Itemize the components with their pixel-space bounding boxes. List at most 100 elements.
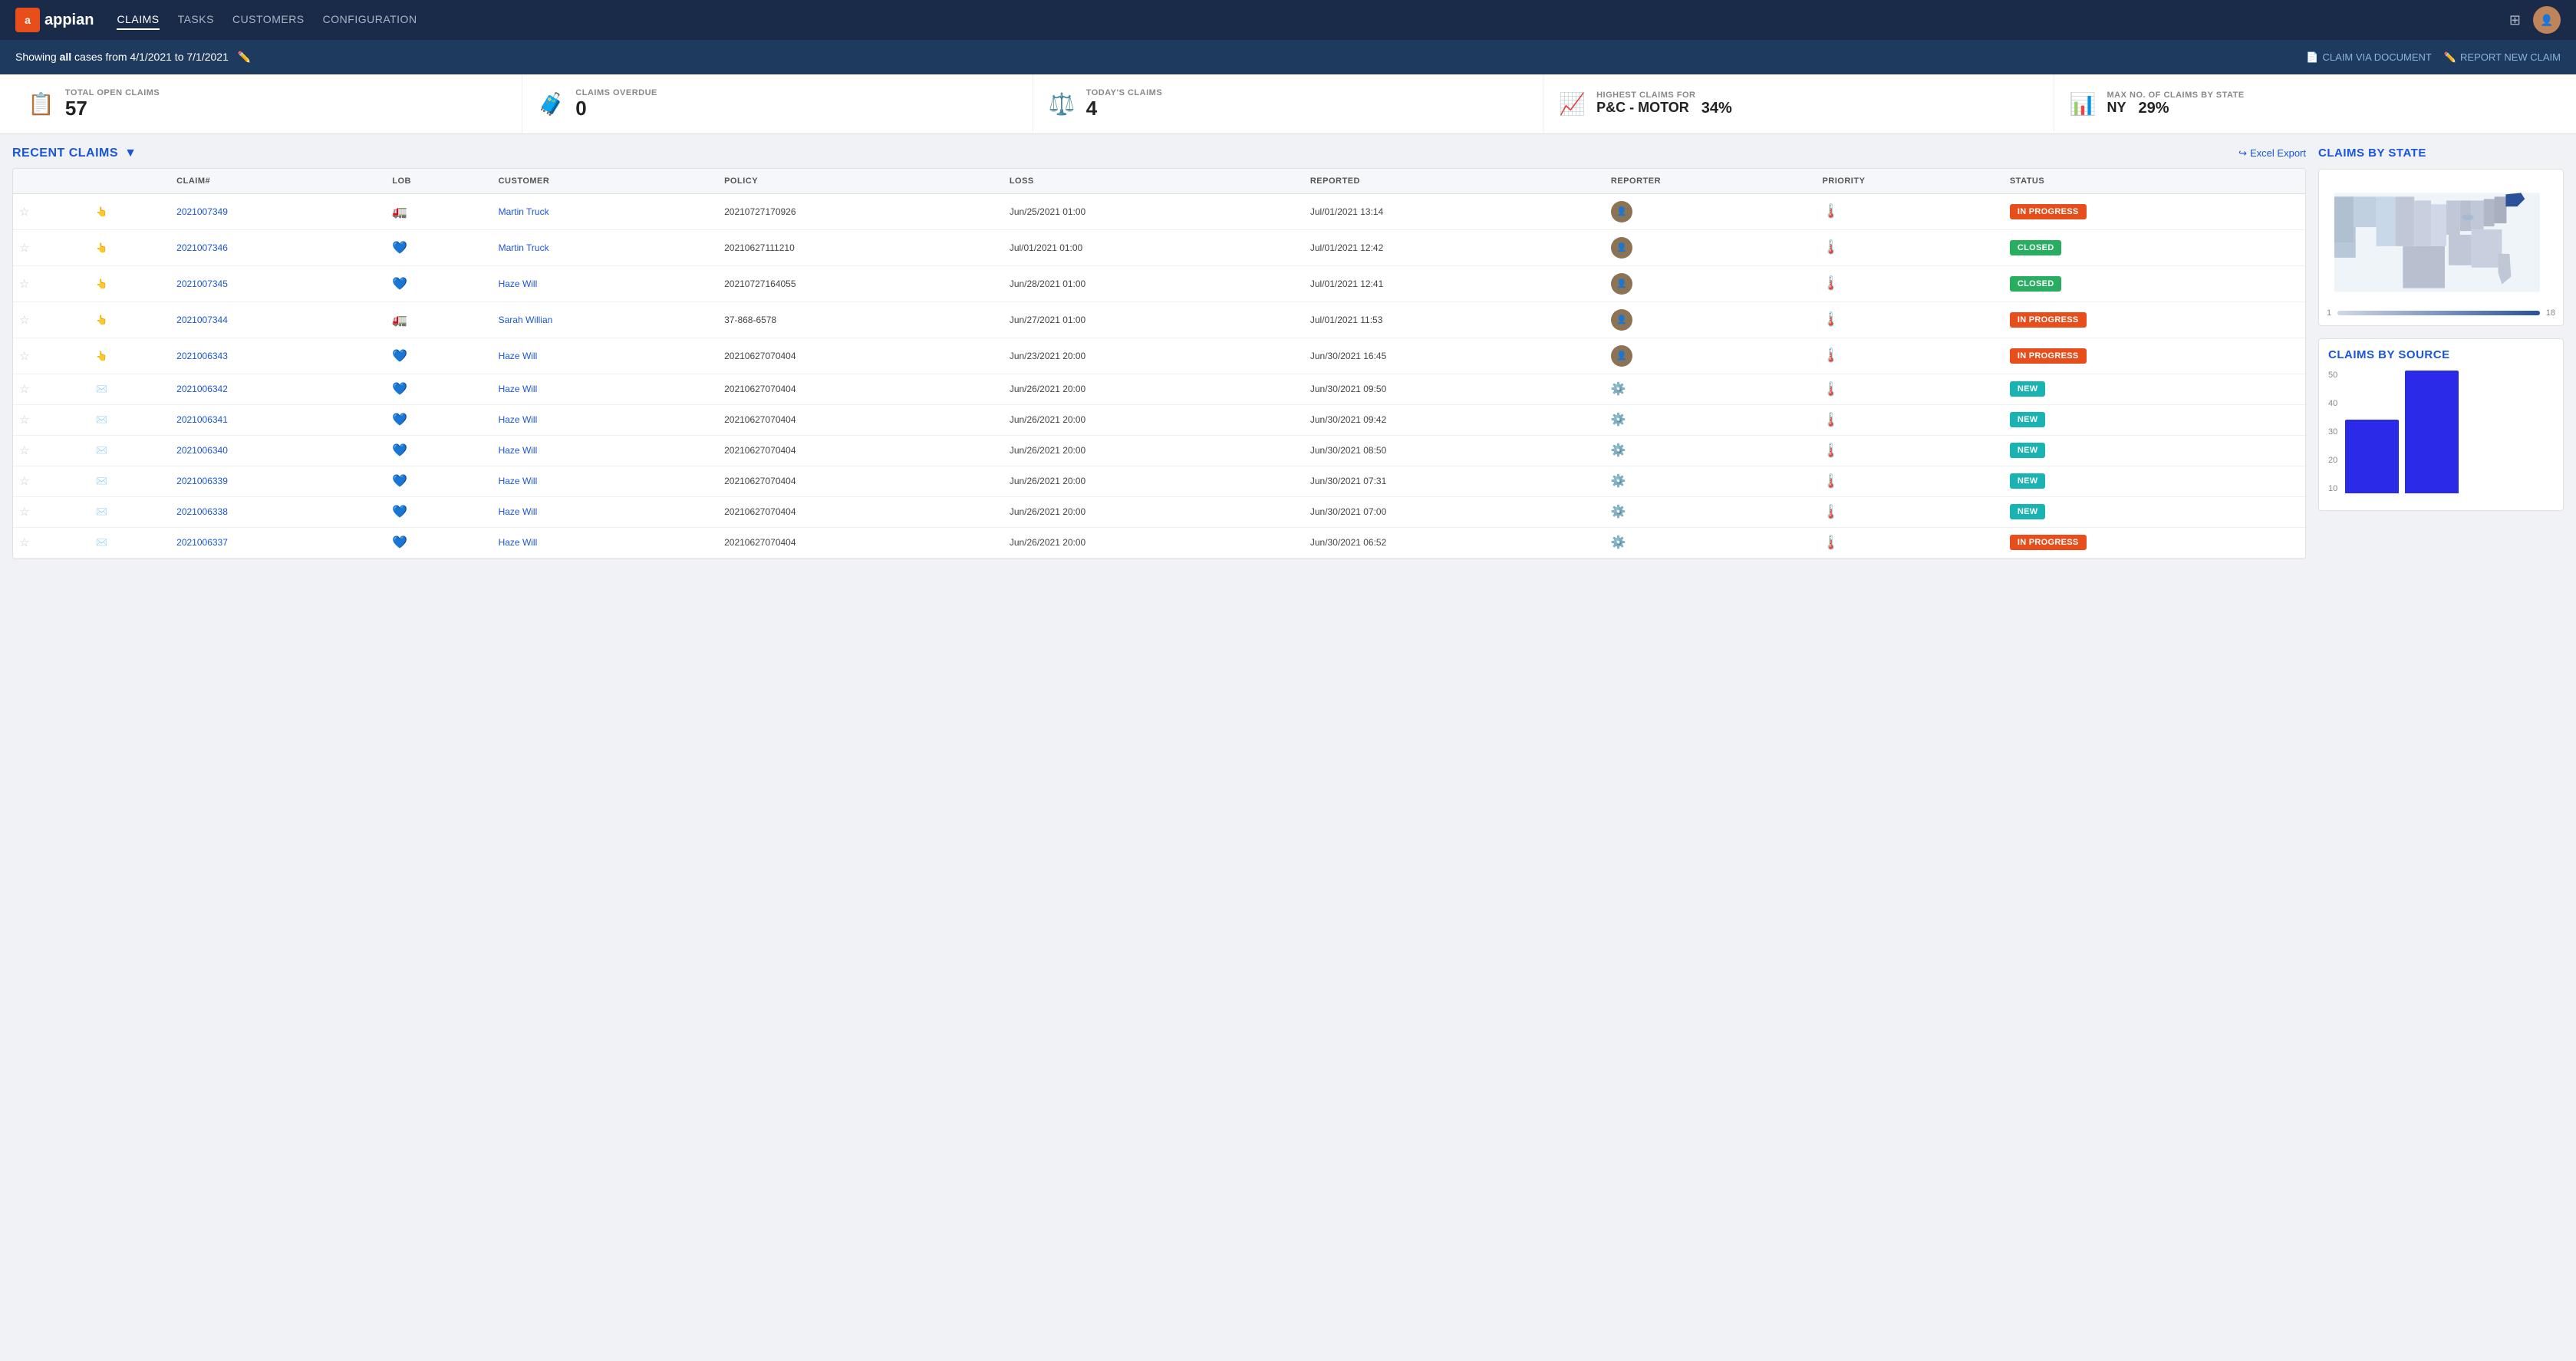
cursor-icon[interactable]: 👆 <box>96 351 107 361</box>
reporter-avatar: 👤 <box>1611 273 1632 295</box>
max-claims-percent: 29% <box>2139 100 2169 117</box>
claim-number-link[interactable]: 2021007344 <box>176 315 228 325</box>
policy-cell: 20210727170926 <box>718 193 1003 229</box>
claim-via-document-button[interactable]: 📄 CLAIM VIA DOCUMENT <box>2306 51 2431 64</box>
col-star <box>13 169 90 194</box>
col-status: STATUS <box>2004 169 2305 194</box>
claim-number-link[interactable]: 2021006343 <box>176 351 228 361</box>
reporter-cell: ⚙️ <box>1605 435 1817 466</box>
email-icon[interactable]: ✉️ <box>96 537 107 548</box>
max-claims-value: NY <box>2107 101 2126 116</box>
claim-number-link[interactable]: 2021007346 <box>176 242 228 253</box>
cursor-icon[interactable]: 👆 <box>96 206 107 217</box>
filter-funnel-icon[interactable]: ▼ <box>124 147 137 160</box>
highest-claims-value: P&C - MOTOR <box>1596 101 1689 116</box>
email-icon[interactable]: ✉️ <box>96 384 107 394</box>
customer-link[interactable]: Haze Will <box>499 414 538 425</box>
status-badge: NEW <box>2010 473 2046 489</box>
star-toggle[interactable]: ☆ <box>19 475 29 488</box>
loss-cell: Jun/23/2021 20:00 <box>1003 338 1304 374</box>
customer-link[interactable]: Haze Will <box>499 384 538 394</box>
email-icon[interactable]: ✉️ <box>96 506 107 517</box>
customer-link[interactable]: Sarah Willian <box>499 315 553 325</box>
policy-cell: 20210627070404 <box>718 374 1003 404</box>
col-cursor <box>90 169 170 194</box>
reported-cell: Jun/30/2021 06:52 <box>1304 527 1605 558</box>
total-claims-icon: 📋 <box>28 91 54 117</box>
star-toggle[interactable]: ☆ <box>19 444 29 457</box>
email-icon[interactable]: ✉️ <box>96 414 107 425</box>
claim-number-link[interactable]: 2021006340 <box>176 445 228 456</box>
star-toggle[interactable]: ☆ <box>19 383 29 396</box>
claim-number-link[interactable]: 2021006338 <box>176 506 228 517</box>
priority-low-icon: 🌡️ <box>1822 443 1839 458</box>
table-row: ☆ 👆 2021007344 🚛 Sarah Willian 37-868-65… <box>13 302 2305 338</box>
filter-text: Showing all cases from 4/1/2021 to 7/1/2… <box>15 51 251 64</box>
y-label-40: 40 <box>2328 399 2337 408</box>
star-toggle[interactable]: ☆ <box>19 350 29 363</box>
claim-number-link[interactable]: 2021006341 <box>176 414 228 425</box>
claim-number-link[interactable]: 2021006339 <box>176 476 228 486</box>
loss-cell: Jun/26/2021 20:00 <box>1003 527 1304 558</box>
status-badge: NEW <box>2010 412 2046 427</box>
col-priority: PRIORITY <box>1816 169 2003 194</box>
lob-health-icon: 💙 <box>392 278 407 291</box>
customer-link[interactable]: Haze Will <box>499 351 538 361</box>
star-toggle[interactable]: ☆ <box>19 278 29 291</box>
star-toggle[interactable]: ☆ <box>19 206 29 219</box>
highest-claims-label: HIGHEST CLAIMS FOR <box>1596 91 1732 100</box>
customer-link[interactable]: Haze Will <box>499 278 538 289</box>
nav-items: CLAIMS TASKS CUSTOMERS CONFIGURATION <box>117 10 2508 30</box>
claim-number-link[interactable]: 2021006342 <box>176 384 228 394</box>
user-avatar[interactable]: 👤 <box>2533 6 2561 34</box>
lob-health-icon: 💙 <box>392 444 407 457</box>
star-toggle[interactable]: ☆ <box>19 414 29 427</box>
star-toggle[interactable]: ☆ <box>19 314 29 327</box>
col-customer: CUSTOMER <box>492 169 719 194</box>
filter-edit-icon[interactable]: ✏️ <box>238 51 251 63</box>
claim-number-link[interactable]: 2021007345 <box>176 278 228 289</box>
highest-claims-icon: 📈 <box>1559 91 1586 117</box>
cursor-icon[interactable]: 👆 <box>96 315 107 325</box>
customer-link[interactable]: Haze Will <box>499 445 538 456</box>
customer-link[interactable]: Martin Truck <box>499 242 549 253</box>
email-icon[interactable]: ✉️ <box>96 445 107 456</box>
excel-export-button[interactable]: ↪ Excel Export <box>2238 147 2306 160</box>
cursor-icon[interactable]: 👆 <box>96 278 107 289</box>
priority-cell: 🌡️ <box>1816 527 2003 558</box>
nav-item-claims[interactable]: CLAIMS <box>117 10 159 30</box>
edit-icon: ✏️ <box>2444 51 2456 64</box>
loss-cell: Jun/26/2021 20:00 <box>1003 374 1304 404</box>
customer-link[interactable]: Haze Will <box>499 537 538 548</box>
report-new-claim-button[interactable]: ✏️ REPORT NEW CLAIM <box>2444 51 2561 64</box>
cursor-icon[interactable]: 👆 <box>96 242 107 253</box>
nav-item-configuration[interactable]: CONFIGURATION <box>323 10 417 30</box>
claim-number-link[interactable]: 2021006337 <box>176 537 228 548</box>
customer-link[interactable]: Haze Will <box>499 506 538 517</box>
recent-claims-title: RECENT CLAIMS ▼ <box>12 147 137 160</box>
legend-max: 18 <box>2546 308 2555 318</box>
section-header: RECENT CLAIMS ▼ ↪ Excel Export <box>12 147 2306 160</box>
star-toggle[interactable]: ☆ <box>19 536 29 549</box>
priority-low-icon: 🌡️ <box>1822 381 1839 397</box>
star-toggle[interactable]: ☆ <box>19 242 29 255</box>
priority-low-icon: 🌡️ <box>1822 239 1839 255</box>
customer-link[interactable]: Haze Will <box>499 476 538 486</box>
star-toggle[interactable]: ☆ <box>19 506 29 519</box>
status-badge: CLOSED <box>2010 240 2062 255</box>
table-row: ☆ ✉️ 2021006341 💙 Haze Will 202106270704… <box>13 404 2305 435</box>
col-reported: REPORTED <box>1304 169 1605 194</box>
nav-item-tasks[interactable]: TASKS <box>178 10 214 30</box>
claim-number-link[interactable]: 2021007349 <box>176 206 228 217</box>
grid-icon[interactable]: ⊞ <box>2509 12 2521 28</box>
table-row: ☆ 👆 2021006343 💙 Haze Will 2021062707040… <box>13 338 2305 374</box>
stat-claims-overdue: 🧳 CLAIMS OVERDUE 0 <box>522 74 1033 133</box>
customer-link[interactable]: Martin Truck <box>499 206 549 217</box>
email-icon[interactable]: ✉️ <box>96 476 107 486</box>
col-policy: POLICY <box>718 169 1003 194</box>
logo-text: appian <box>44 12 94 29</box>
reporter-avatar: 👤 <box>1611 237 1632 259</box>
policy-cell: 20210627070404 <box>718 404 1003 435</box>
table-row: ☆ ✉️ 2021006339 💙 Haze Will 202106270704… <box>13 466 2305 496</box>
nav-item-customers[interactable]: CUSTOMERS <box>232 10 305 30</box>
